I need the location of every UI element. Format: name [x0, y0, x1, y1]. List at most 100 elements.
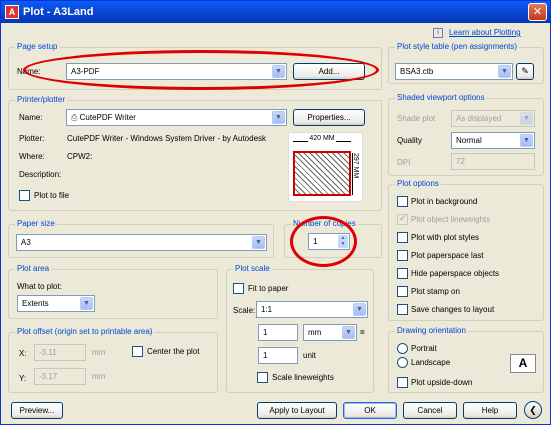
- plot-area-label: Plot area: [15, 264, 52, 273]
- printer-name-value: CutePDF Writer: [79, 113, 136, 122]
- save-changes-to-layout-checkbox[interactable]: [397, 304, 408, 315]
- landscape-label: Landscape: [411, 358, 451, 367]
- orientation-preview-icon: A: [510, 354, 536, 373]
- scale-lineweights-checkbox[interactable]: [257, 372, 268, 383]
- paper-area-preview: [293, 151, 351, 196]
- paper-size-select[interactable]: A3 ▼: [16, 234, 267, 251]
- plotter-value: CutePDF Writer - Windows System Driver -…: [67, 134, 267, 143]
- fit-to-paper-label: Fit to paper: [248, 284, 289, 293]
- y-offset-label: Y:: [19, 374, 27, 383]
- plot-in-background-label: Plot in background: [411, 197, 478, 206]
- paper-preview: 420 MM 297 MM: [288, 132, 363, 202]
- plot-scale-label: Plot scale: [233, 264, 272, 273]
- scale-unit-value: mm: [308, 328, 322, 337]
- quality-select[interactable]: Normal ▼: [451, 132, 535, 149]
- scale-lineweights-label: Scale lineweights: [272, 373, 334, 382]
- paper-size-value: A3: [21, 238, 31, 247]
- chevron-down-icon: ▼: [498, 65, 511, 78]
- plot-to-file-checkbox[interactable]: [19, 190, 30, 201]
- chevron-down-icon: ▼: [520, 112, 533, 125]
- scale-value-2-field[interactable]: 1: [258, 347, 298, 364]
- page-setup-label: Page setup: [15, 42, 60, 51]
- center-the-plot-checkbox[interactable]: [132, 346, 143, 357]
- plot-style-select[interactable]: BSA3.ctb ▼: [395, 63, 513, 80]
- red-highlight-ellipse: [290, 216, 357, 267]
- plot-style-value: BSA3.ctb: [400, 67, 434, 76]
- y-offset-unit: mm: [92, 372, 106, 381]
- scale-select[interactable]: 1:1 ▼: [256, 301, 368, 318]
- plotter-label: Plotter:: [19, 134, 45, 143]
- scale-unit-select[interactable]: mm ▼: [303, 324, 357, 341]
- what-to-plot-select[interactable]: Extents ▼: [17, 295, 95, 312]
- shaded-viewport-label: Shaded viewport options: [395, 93, 487, 102]
- plot-options-label: Plot options: [395, 179, 441, 188]
- save-changes-to-layout-label: Save changes to layout: [411, 305, 495, 314]
- plot-in-background-checkbox[interactable]: [397, 196, 408, 207]
- plot-stamp-on-checkbox[interactable]: [397, 286, 408, 297]
- portrait-radio[interactable]: [397, 343, 408, 354]
- collapse-arrow-button[interactable]: ❮: [524, 401, 542, 419]
- chevron-down-icon: ▼: [252, 236, 265, 249]
- plot-object-lineweights-checkbox[interactable]: [397, 213, 408, 225]
- fit-to-paper-checkbox[interactable]: [233, 283, 244, 294]
- shade-plot-label: Shade plot: [397, 114, 436, 123]
- plot-paperspace-last-label: Plot paperspace last: [411, 251, 484, 260]
- scale-label: Scale:: [233, 306, 256, 315]
- scale-value: 1:1: [261, 305, 273, 314]
- printer-name-label: Name:: [19, 113, 43, 122]
- plot-offset-label: Plot offset (origin set to printable are…: [15, 327, 155, 336]
- plot-paperspace-last-checkbox[interactable]: [397, 250, 408, 261]
- dpi-field[interactable]: 72: [451, 153, 535, 170]
- learn-about-plotting-link[interactable]: Learn about Plotting: [449, 28, 521, 38]
- pencil-icon: ✎: [521, 66, 529, 76]
- cancel-button[interactable]: Cancel: [403, 402, 457, 419]
- where-label: Where:: [19, 152, 45, 161]
- plot-upside-down-checkbox[interactable]: [397, 377, 408, 388]
- info-icon: i: [433, 28, 443, 38]
- printer-plotter-label: Printer/plotter: [15, 95, 68, 104]
- close-button[interactable]: ✕: [528, 3, 547, 21]
- hide-paperspace-objects-checkbox[interactable]: [397, 268, 408, 279]
- plot-object-lineweights-label: Plot object lineweights: [411, 215, 491, 224]
- help-button[interactable]: Help: [463, 402, 517, 419]
- description-label: Description:: [19, 170, 62, 179]
- paper-height-dimension: 297 MM: [352, 153, 360, 195]
- plot-upside-down-label: Plot upside-down: [411, 378, 473, 387]
- edit-plot-style-button[interactable]: ✎: [516, 63, 534, 80]
- x-offset-field[interactable]: -3.11: [34, 344, 86, 361]
- where-value: CPW2:: [67, 152, 93, 161]
- center-the-plot-label: Center the plot: [147, 347, 200, 356]
- shade-plot-select[interactable]: As displayed ▼: [451, 110, 535, 127]
- x-offset-unit: mm: [92, 348, 106, 357]
- preview-button[interactable]: Preview...: [11, 402, 63, 419]
- chevron-left-icon: ❮: [529, 405, 537, 415]
- plot-with-plot-styles-checkbox[interactable]: [397, 232, 408, 243]
- scale-value-1-field[interactable]: 1: [258, 324, 298, 341]
- chevron-down-icon: ▼: [353, 303, 366, 316]
- paper-size-label: Paper size: [15, 219, 57, 228]
- landscape-radio[interactable]: [397, 357, 408, 368]
- what-to-plot-label: What to plot:: [17, 282, 62, 291]
- plot-style-table-label: Plot style table (pen assignments): [395, 42, 520, 51]
- autocad-app-icon: A: [5, 5, 19, 19]
- what-to-plot-value: Extents: [22, 299, 49, 308]
- plot-to-file-label: Plot to file: [34, 191, 70, 200]
- apply-to-layout-button[interactable]: Apply to Layout: [257, 402, 337, 419]
- properties-button[interactable]: Properties...: [293, 109, 365, 126]
- chevron-down-icon: ▼: [520, 134, 533, 147]
- quality-value: Normal: [456, 136, 482, 145]
- paper-width-dimension: 420 MM: [293, 135, 351, 143]
- hide-paperspace-objects-label: Hide paperspace objects: [411, 269, 500, 278]
- dpi-label: DPI: [397, 158, 411, 167]
- printer-icon: ⎙: [71, 113, 80, 122]
- chevron-down-icon: ▼: [80, 297, 93, 310]
- x-offset-label: X:: [19, 349, 27, 358]
- equals-icon: =: [360, 328, 365, 337]
- portrait-label: Portrait: [411, 344, 437, 353]
- ok-button[interactable]: OK: [343, 402, 397, 419]
- chevron-down-icon: ▼: [272, 111, 285, 124]
- plot-dialog: A Plot - A3Land ✕ i Learn about Plotting…: [0, 0, 551, 425]
- printer-name-select[interactable]: ⎙ CutePDF Writer ▼: [66, 109, 287, 126]
- scale-unit-2-label: unit: [303, 351, 316, 360]
- y-offset-field[interactable]: -3.17: [34, 368, 86, 385]
